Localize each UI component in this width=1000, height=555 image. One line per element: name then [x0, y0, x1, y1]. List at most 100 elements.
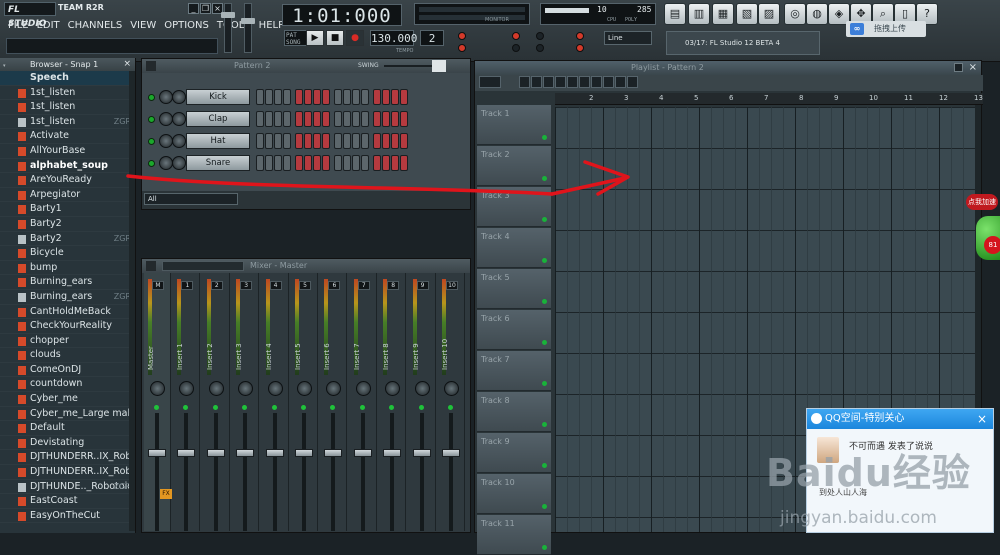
channel-volume-knob[interactable] — [172, 156, 186, 170]
step-button[interactable] — [334, 111, 342, 127]
step-button[interactable] — [373, 111, 381, 127]
qq-close-icon[interactable]: × — [977, 409, 987, 429]
step-button[interactable] — [343, 133, 351, 149]
mixer-insert-strip[interactable]: 2 Insert 2 — [202, 273, 230, 531]
track-mute-led[interactable] — [542, 422, 547, 427]
mixer-layout-selector[interactable] — [162, 261, 244, 271]
step-button[interactable] — [256, 89, 264, 105]
play-button[interactable]: ▶ — [306, 30, 324, 46]
mixer-pan-knob[interactable] — [179, 381, 195, 396]
channel-mute-led[interactable] — [148, 94, 155, 101]
slice-tool-icon[interactable] — [579, 76, 590, 88]
menu-file[interactable]: FILE — [8, 20, 29, 31]
mixer-pan-knob[interactable] — [355, 381, 371, 396]
step-button[interactable] — [322, 155, 330, 171]
browser-list-item[interactable]: Cyber_me — [0, 392, 135, 407]
playlist-track-header[interactable]: Track 10 — [477, 474, 551, 514]
step-button[interactable] — [352, 133, 360, 149]
channel-pan-knob[interactable] — [159, 156, 173, 170]
track-mute-led[interactable] — [542, 299, 547, 304]
channel-mute-led[interactable] — [148, 138, 155, 145]
playlist-track-header[interactable]: Track 8 — [477, 392, 551, 432]
tempo-display[interactable]: 130.000 — [370, 30, 417, 46]
step-button[interactable] — [352, 89, 360, 105]
channel-name-button[interactable]: Clap — [186, 111, 250, 127]
channel-mute-led[interactable] — [148, 116, 155, 123]
step-button[interactable] — [304, 89, 312, 105]
step-button[interactable] — [391, 133, 399, 149]
menu-edit[interactable]: EDIT — [37, 20, 60, 31]
browser-list-item[interactable]: CheckYourReality — [0, 319, 135, 334]
channel-volume-knob[interactable] — [172, 90, 186, 104]
mixer-insert-strip[interactable]: 10 Insert 10 — [438, 273, 465, 531]
playlist-close-icon[interactable]: × — [969, 61, 977, 75]
track-mute-led[interactable] — [542, 340, 547, 345]
step-button[interactable] — [391, 155, 399, 171]
browser-list-item[interactable]: EasyOnTheCut — [0, 509, 135, 524]
mixer-fader-handle[interactable] — [206, 449, 225, 457]
step-button[interactable] — [361, 155, 369, 171]
step-button[interactable] — [256, 133, 264, 149]
browser-list-item[interactable]: EastCoast — [0, 494, 135, 509]
step-button[interactable] — [361, 89, 369, 105]
browser-list-item[interactable]: alphabet_soup — [0, 159, 135, 174]
draw-tool-icon[interactable] — [519, 76, 530, 88]
step-button[interactable] — [265, 89, 273, 105]
mute-tool-icon[interactable] — [555, 76, 566, 88]
slip-tool-icon[interactable] — [567, 76, 578, 88]
mixer-fader-handle[interactable] — [148, 449, 166, 457]
transport-options[interactable] — [458, 30, 598, 58]
step-button[interactable] — [265, 133, 273, 149]
master-volume-slider[interactable] — [221, 3, 235, 53]
step-button[interactable] — [283, 155, 291, 171]
playlist-track-header[interactable]: Track 4 — [477, 228, 551, 268]
browser-list-item[interactable]: Burning_ears ZGR — [0, 290, 135, 305]
step-button[interactable] — [400, 89, 408, 105]
playlist-track-header[interactable]: Track 7 — [477, 351, 551, 391]
step-button[interactable] — [391, 89, 399, 105]
track-mute-led[interactable] — [542, 381, 547, 386]
channel-mute-led[interactable] — [148, 160, 155, 167]
browser-list-item[interactable]: clouds — [0, 348, 135, 363]
browser-list-item[interactable]: DJTHUNDERR..IX_Robotoid — [0, 450, 135, 466]
step-button[interactable] — [382, 133, 390, 149]
mixer-fader-handle[interactable] — [383, 449, 402, 457]
menu-view[interactable]: VIEW — [130, 20, 156, 31]
browser-folder-speech[interactable]: Speech — [0, 71, 135, 86]
mixer-insert-strip[interactable]: 5 Insert 5 — [291, 273, 318, 531]
pattern-number-display[interactable]: 2 — [420, 30, 444, 46]
restore-button[interactable]: ❐ — [200, 3, 211, 14]
mixer-fader-handle[interactable] — [442, 449, 460, 457]
track-mute-led[interactable] — [542, 258, 547, 263]
mode-icon[interactable] — [479, 76, 501, 88]
browser-scrollbar[interactable] — [129, 71, 135, 531]
pattern-select-icon[interactable] — [627, 76, 638, 88]
step-button[interactable] — [265, 111, 273, 127]
mixer-enable-led[interactable] — [330, 405, 336, 410]
channel-pan-knob[interactable] — [159, 90, 173, 104]
drag-upload-button[interactable]: ∞ 拖拽上传 — [846, 21, 926, 37]
browser-list-item[interactable]: Barty2 ZGR — [0, 232, 135, 247]
minimize-button[interactable]: _ — [188, 3, 199, 14]
mixer-insert-strip[interactable]: 3 Insert 3 — [232, 273, 260, 531]
cpu-icon[interactable]: ◎ — [784, 3, 806, 25]
playlist-track-header[interactable]: Track 1 — [477, 105, 551, 145]
mixer-insert-strip[interactable]: 4 Insert 4 — [261, 273, 289, 531]
step-button[interactable] — [361, 111, 369, 127]
mixer-fader-handle[interactable] — [236, 449, 255, 457]
mixer-insert-strip[interactable]: 6 Insert 6 — [320, 273, 348, 531]
step-button[interactable] — [295, 89, 303, 105]
mixer-pan-knob[interactable] — [150, 381, 165, 396]
playlist-track-header[interactable]: Track 2 — [477, 146, 551, 186]
mixer-enable-led[interactable] — [154, 405, 159, 410]
mixer-fader-handle[interactable] — [324, 449, 343, 457]
select-tool-icon[interactable] — [591, 76, 602, 88]
browser-list-item[interactable]: Barty2 — [0, 217, 135, 232]
step-button[interactable] — [382, 89, 390, 105]
track-mute-led[interactable] — [542, 176, 547, 181]
step-button[interactable] — [334, 155, 342, 171]
step-button[interactable] — [304, 155, 312, 171]
step-button[interactable] — [400, 133, 408, 149]
rack-title-bar[interactable]: Pattern 2 SWING — [142, 59, 470, 73]
delete-tool-icon[interactable] — [543, 76, 554, 88]
